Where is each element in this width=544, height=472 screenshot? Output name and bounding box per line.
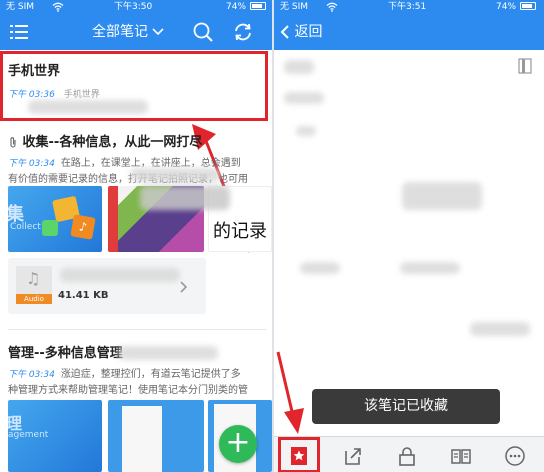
- carrier-label: 无 SIM: [280, 2, 308, 12]
- note-time: 下午 03:34: [8, 159, 55, 169]
- audio-attachment-card[interactable]: ♫ Audio 41.41 KB: [8, 258, 206, 314]
- chevron-left-icon: [280, 24, 294, 40]
- favorited-toast: 该笔记已收藏: [312, 389, 500, 424]
- battery-label: 74%: [496, 2, 517, 12]
- audio-badge: Audio: [16, 294, 52, 304]
- top-navbar: 全部笔记: [0, 14, 272, 50]
- note-thumbnail[interactable]: 集 Collect ♪: [8, 186, 102, 252]
- back-button[interactable]: 返回: [280, 14, 322, 50]
- back-label: 返回: [294, 24, 323, 40]
- menu-icon[interactable]: [8, 22, 30, 42]
- blurred-text: [400, 262, 460, 274]
- chevron-down-icon: [152, 24, 165, 40]
- battery-label: 74%: [226, 2, 247, 12]
- blurred-text: [470, 322, 530, 336]
- notebook-icon[interactable]: [518, 58, 532, 78]
- blurred-text: [284, 60, 314, 74]
- clock-label: 下午3:51: [388, 2, 427, 12]
- blurred-text: [284, 92, 324, 104]
- wifi-icon: [52, 0, 64, 14]
- wifi-icon: [326, 0, 338, 14]
- blurred-area: [140, 186, 230, 210]
- share-icon[interactable]: [342, 445, 364, 467]
- paperclip-icon: [8, 135, 23, 150]
- navbar-title: 全部笔记: [92, 24, 148, 40]
- attachment-size: 41.41 KB: [58, 290, 109, 301]
- status-bar: 无 SIM 下午3:50 74%: [0, 0, 272, 14]
- app-icon: [42, 220, 58, 236]
- note-detail-screen: 无 SIM 下午3:51 74% 返回 该笔记已收藏: [274, 0, 544, 472]
- annotation-arrow-icon: [270, 350, 310, 436]
- bottom-toolbar: [274, 436, 544, 472]
- notebook-filter-dropdown[interactable]: 全部笔记: [92, 14, 165, 50]
- chevron-right-icon: [180, 278, 188, 297]
- note-snippet-line2: 种管理方式来帮助管理笔记！使用笔记本分门别类的管: [8, 385, 248, 396]
- note-thumbnail[interactable]: 理 agement: [8, 400, 102, 472]
- audio-file-icon: ♫: [16, 266, 52, 294]
- note-title: 收集--各种信息，从此一网打尽: [8, 131, 266, 150]
- note-list-screen: 无 SIM 下午3:50 74% 全部笔记 手机世界 下午 03:36 手机世界…: [0, 0, 272, 472]
- favorite-star-icon[interactable]: [288, 445, 310, 467]
- note-snippet: 下午 03:34 涨迫症，整理控们，有道云笔记提供了多: [8, 369, 241, 380]
- reader-icon[interactable]: [450, 445, 472, 467]
- blurred-text: [130, 168, 220, 182]
- highlight-box: [0, 51, 268, 121]
- music-app-icon: ♪: [70, 214, 96, 240]
- battery-icon: [250, 0, 266, 14]
- blurred-filename: [60, 268, 180, 282]
- lock-icon[interactable]: [396, 445, 418, 467]
- blurred-text: [296, 126, 316, 136]
- blurred-text: [300, 262, 340, 274]
- battery-icon: [520, 0, 536, 14]
- divider: [8, 329, 266, 330]
- search-icon[interactable]: [192, 21, 214, 43]
- clock-label: 下午3:50: [114, 2, 153, 12]
- note-time: 下午 03:34: [8, 370, 55, 380]
- carrier-label: 无 SIM: [6, 2, 34, 12]
- more-options-icon[interactable]: [504, 445, 526, 467]
- new-note-button[interactable]: +: [219, 425, 257, 463]
- blurred-text: [402, 182, 482, 210]
- top-navbar: 返回: [274, 14, 544, 50]
- blurred-text: [118, 346, 218, 360]
- note-thumbnail-menu[interactable]: [108, 400, 204, 472]
- sync-icon[interactable]: [232, 21, 254, 43]
- status-bar: 无 SIM 下午3:51 74%: [274, 0, 544, 14]
